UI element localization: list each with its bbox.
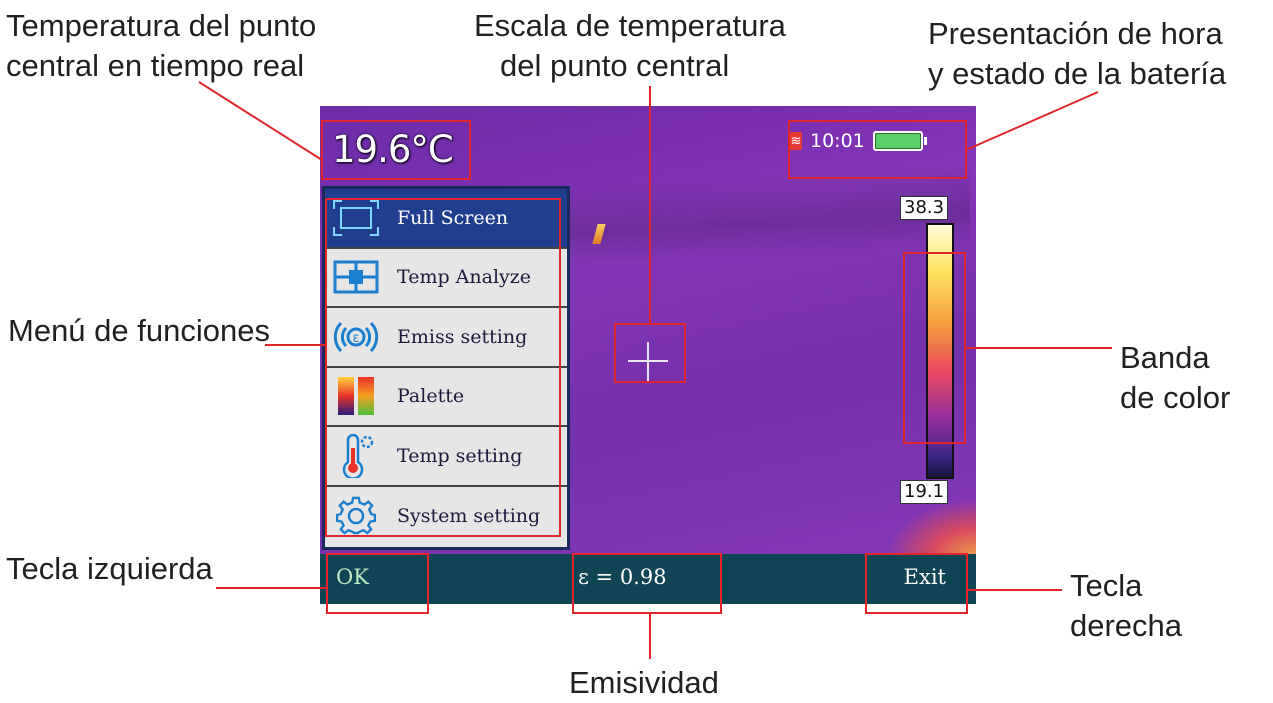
highlight-exit bbox=[865, 553, 968, 614]
highlight-crosshair bbox=[614, 323, 686, 383]
highlight-color-band bbox=[903, 252, 966, 444]
callout-overlay bbox=[198, 81, 1112, 659]
highlight-status bbox=[788, 120, 967, 179]
leader-time-battery bbox=[965, 91, 1099, 151]
highlight-menu bbox=[325, 198, 561, 537]
highlight-ok bbox=[326, 553, 429, 614]
highlight-emissivity bbox=[572, 553, 722, 614]
leader-center-temp bbox=[198, 81, 323, 161]
highlight-center-temp bbox=[321, 120, 471, 180]
